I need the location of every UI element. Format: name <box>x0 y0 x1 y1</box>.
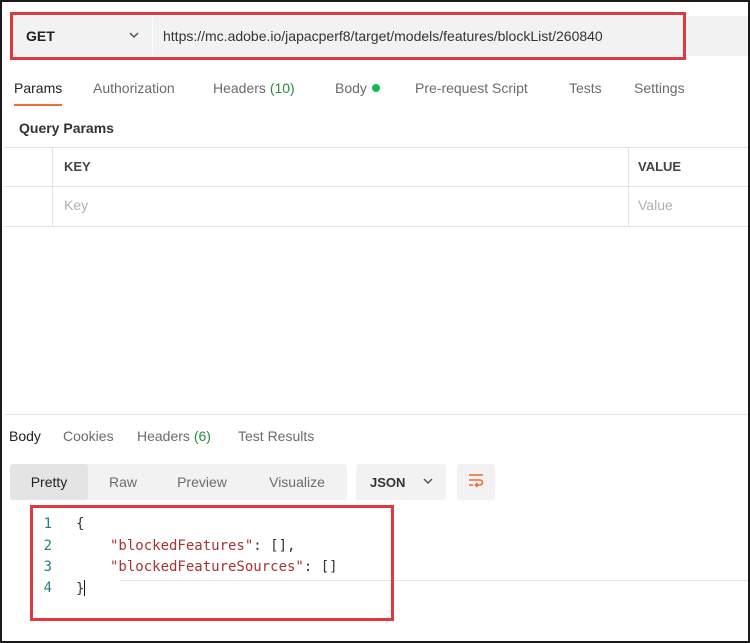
response-tabs: Body Cookies Headers (6) Test Results <box>2 426 748 452</box>
code-text: "blockedFeatures": [], <box>110 538 295 554</box>
format-label: JSON <box>370 474 406 490</box>
url-input[interactable]: https://mc.adobe.io/japacperf8/target/mo… <box>153 16 748 56</box>
tab-label: Authorization <box>93 80 175 96</box>
tab-count-badge: (6) <box>193 428 211 444</box>
tab-settings[interactable]: Settings <box>634 80 685 96</box>
tab-label: Cookies <box>63 428 114 444</box>
tab-test-results[interactable]: Test Results <box>238 428 314 444</box>
table-column-divider <box>628 147 629 227</box>
method-label: GET <box>26 28 55 44</box>
tab-body[interactable]: Body <box>335 80 380 96</box>
pane-divider[interactable] <box>4 414 748 415</box>
json-value: : [], <box>253 538 296 554</box>
view-visualize-button[interactable]: Visualize <box>248 464 346 500</box>
table-column-divider <box>52 147 53 227</box>
table-row-divider <box>4 186 748 187</box>
tab-label: Headers <box>213 80 266 96</box>
tab-response-headers[interactable]: Headers (6) <box>137 428 211 444</box>
tab-params[interactable]: Params <box>14 80 63 106</box>
format-select[interactable]: JSON <box>356 464 446 500</box>
line-number: 1 <box>43 516 52 532</box>
code-text: { <box>76 516 85 532</box>
code-line: 1 { <box>32 516 748 538</box>
tab-label: Body <box>335 80 367 96</box>
table-border-top <box>4 147 748 148</box>
wrap-lines-button[interactable] <box>457 464 495 500</box>
tab-label: Headers <box>137 428 190 444</box>
code-line: 4 } <box>32 580 748 602</box>
query-params-title: Query Params <box>19 120 114 136</box>
chevron-down-icon <box>128 28 140 44</box>
json-key: "blockedFeatureSources" <box>110 559 304 575</box>
tab-cookies[interactable]: Cookies <box>63 428 114 444</box>
tab-response-body[interactable]: Body <box>9 428 41 444</box>
key-input[interactable]: Key <box>64 197 88 213</box>
table-border-bottom <box>4 226 748 227</box>
tab-label: Settings <box>634 80 685 96</box>
line-number: 3 <box>43 559 52 575</box>
tab-count-badge: (10) <box>269 80 295 96</box>
json-key: "blockedFeatures" <box>110 538 254 554</box>
code-line: 2 "blockedFeatures": [], <box>32 538 748 560</box>
response-body-editor[interactable]: 1 { 2 "blockedFeatures": [], 3 "blockedF… <box>32 512 748 602</box>
line-number: 4 <box>43 580 52 596</box>
tab-pre-request-script[interactable]: Pre-request Script <box>415 80 528 96</box>
request-bar: GET https://mc.adobe.io/japacperf8/targe… <box>8 14 748 60</box>
query-params-table: KEY VALUE Key Value <box>4 147 748 227</box>
url-text: https://mc.adobe.io/japacperf8/target/mo… <box>163 28 603 44</box>
app-window: GET https://mc.adobe.io/japacperf8/targe… <box>0 0 750 643</box>
chevron-down-icon <box>422 475 434 490</box>
view-preview-button[interactable]: Preview <box>160 464 244 500</box>
tab-label: Test Results <box>238 428 315 444</box>
tab-label: Tests <box>569 80 602 96</box>
column-header-value: VALUE <box>638 159 682 174</box>
tab-label: Params <box>14 80 63 96</box>
text-caret <box>84 580 86 596</box>
tab-authorization[interactable]: Authorization <box>93 80 175 96</box>
body-indicator-dot <box>371 84 380 92</box>
tab-tests[interactable]: Tests <box>569 80 602 96</box>
value-input[interactable]: Value <box>638 197 673 213</box>
view-pretty-button[interactable]: Pretty <box>10 464 88 500</box>
line-number: 2 <box>43 538 52 554</box>
code-text: } <box>76 580 86 597</box>
tab-headers[interactable]: Headers (10) <box>213 80 295 96</box>
tab-label: Pre-request Script <box>415 80 528 96</box>
wrap-lines-icon <box>467 472 485 493</box>
view-mode-group: Pretty Raw Preview Visualize <box>10 464 347 500</box>
closing-brace: } <box>76 581 85 597</box>
current-line-guide <box>120 580 748 581</box>
active-tab-indicator <box>14 104 63 106</box>
view-raw-button[interactable]: Raw <box>90 464 156 500</box>
tab-label: Body <box>9 428 41 444</box>
method-select[interactable]: GET <box>12 16 152 56</box>
request-tabs: Params Authorization Headers (10) Body P… <box>2 74 748 108</box>
json-value: : [] <box>303 559 338 575</box>
code-text: "blockedFeatureSources": [] <box>110 559 338 575</box>
column-header-key: KEY <box>64 159 91 174</box>
code-line: 3 "blockedFeatureSources": [] <box>32 559 748 581</box>
